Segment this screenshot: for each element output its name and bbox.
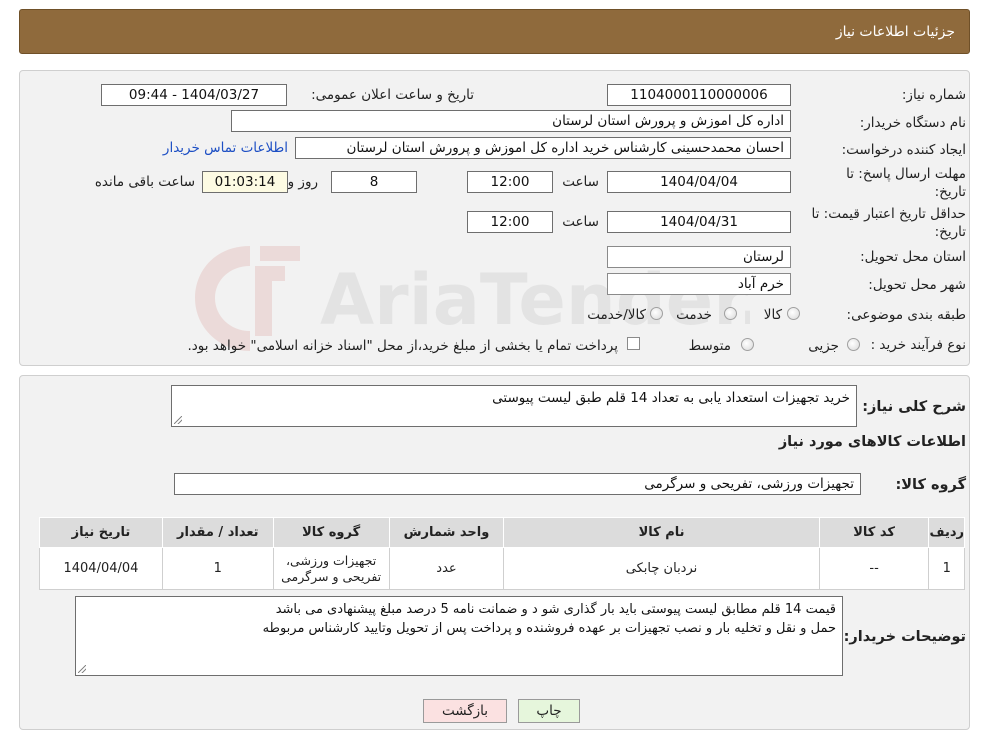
reply-deadline-label-line2: تاریخ: (934, 184, 966, 200)
buyer-notes-textarea: قیمت 14 قلم مطابق لیست پیوستی باید بار گ… (75, 596, 843, 676)
reply-deadline-time-field: 12:00 (467, 171, 553, 193)
purchase-type-label: نوع فرآیند خرید : (870, 337, 966, 353)
summary-text: خرید تجهیزات استعداد یابی به تعداد 14 قل… (492, 390, 850, 406)
col-header-need-date: تاریخ نیاز (39, 517, 163, 548)
price-validity-time-label: ساعت (562, 214, 599, 230)
purchase-type-medium-label: متوسط (688, 338, 731, 354)
treasury-bonds-note: پرداخت تمام یا بخشی از مبلغ خرید،از محل … (187, 338, 618, 354)
city-label: شهر محل تحویل: (868, 277, 966, 293)
col-header-item-name: نام کالا (503, 517, 820, 548)
price-validity-date-field: 1404/04/31 (607, 211, 791, 233)
purchase-type-medium-radio[interactable] (741, 338, 754, 351)
buyer-notes-label: توضیحات خریدار: (843, 629, 966, 645)
category-option-service-label: خدمت (676, 307, 712, 323)
need-number-field: 1104000110000006 (607, 84, 791, 106)
category-option-goods-service-radio[interactable] (650, 307, 663, 320)
page-header: جزئیات اطلاعات نیاز (19, 9, 970, 54)
cell-item-name: نردبان چابکی (503, 547, 820, 590)
col-header-quantity: تعداد / مقدار (161, 517, 274, 548)
category-label: طبقه بندی موضوعی: (846, 307, 966, 323)
requester-field: احسان محمدحسینی کارشناس خرید اداره کل ام… (295, 137, 791, 159)
buyer-org-field: اداره کل اموزش و پرورش استان لرستان (231, 110, 791, 132)
category-option-goods-label: کالا (763, 307, 782, 323)
buyer-notes-line-2: حمل و نقل و تخلیه بار و نصب تجهیزات بر ع… (262, 621, 836, 636)
cell-group: تجهیزات ورزشی، تفریحی و سرگرمی (272, 547, 390, 590)
resize-grip-icon[interactable] (174, 416, 182, 424)
col-header-group: گروه کالا (272, 517, 390, 548)
goods-table: ردیف کد کالا نام کالا واحد شمارش گروه کا… (39, 517, 965, 590)
table-header-row: ردیف کد کالا نام کالا واحد شمارش گروه کا… (39, 517, 965, 548)
category-option-goods-service-label: کالا/خدمت (587, 307, 646, 323)
buyer-org-label: نام دستگاه خريدار: (859, 115, 966, 131)
reply-deadline-days-label: روز و (287, 174, 318, 190)
treasury-bonds-checkbox[interactable] (627, 337, 640, 350)
reply-deadline-days-field: 8 (331, 171, 417, 193)
announce-datetime-label: تاریخ و ساعت اعلان عمومی: (311, 87, 474, 103)
summary-textarea: خرید تجهیزات استعداد یابی به تعداد 14 قل… (171, 385, 857, 427)
summary-label: شرح کلی نیاز: (862, 399, 966, 415)
print-button[interactable]: چاپ (518, 699, 580, 723)
need-number-label: شماره نیاز: (901, 87, 966, 103)
category-option-goods-radio[interactable] (787, 307, 800, 320)
table-row: 1 -- نردبان چابکی عدد تجهیزات ورزشی، تفر… (39, 547, 965, 590)
requester-label: ایجاد کننده درخواست: (841, 142, 966, 158)
purchase-type-minor-radio[interactable] (847, 338, 860, 351)
reply-deadline-time-label: ساعت (562, 174, 599, 190)
city-field: خرم آباد (607, 273, 791, 295)
page-title: جزئیات اطلاعات نیاز (835, 24, 955, 40)
goods-group-field: تجهیزات ورزشی، تفریحی و سرگرمی (174, 473, 861, 495)
cell-unit: عدد (388, 547, 505, 590)
price-validity-label-line1: حداقل تاریخ اعتبار قیمت: تا (811, 206, 966, 222)
province-label: استان محل تحویل: (860, 249, 966, 265)
back-button[interactable]: بازگشت (423, 699, 507, 723)
reply-deadline-date-field: 1404/04/04 (607, 171, 791, 193)
purchase-type-minor-label: جزیی (808, 338, 839, 354)
buyer-notes-line-1: قیمت 14 قلم مطابق لیست پیوستی باید بار گ… (275, 602, 836, 617)
price-validity-label-line2: تاریخ: (934, 224, 966, 240)
col-header-row-number: ردیف (928, 517, 965, 548)
goods-info-title: اطلاعات کالاهای مورد نیاز (778, 434, 966, 450)
remaining-time-label: ساعت باقی مانده (94, 174, 195, 190)
remaining-time-field: 01:03:14 (202, 171, 288, 193)
announce-datetime-field: 1404/03/27 - 09:44 (101, 84, 287, 106)
buyer-contact-link[interactable]: اطلاعات تماس خریدار (163, 140, 288, 156)
cell-item-code: -- (818, 547, 930, 590)
cell-need-date: 1404/04/04 (39, 547, 163, 590)
province-field: لرستان (607, 246, 791, 268)
col-header-item-code: کد کالا (818, 517, 930, 548)
goods-group-label: گروه کالا: (895, 477, 966, 493)
resize-grip-icon[interactable] (78, 665, 86, 673)
price-validity-time-field: 12:00 (467, 211, 553, 233)
col-header-unit: واحد شمارش (388, 517, 505, 548)
cell-quantity: 1 (161, 547, 274, 590)
category-option-service-radio[interactable] (724, 307, 737, 320)
reply-deadline-label-line1: مهلت ارسال پاسخ: تا (846, 166, 966, 182)
cell-row-number: 1 (928, 547, 965, 590)
